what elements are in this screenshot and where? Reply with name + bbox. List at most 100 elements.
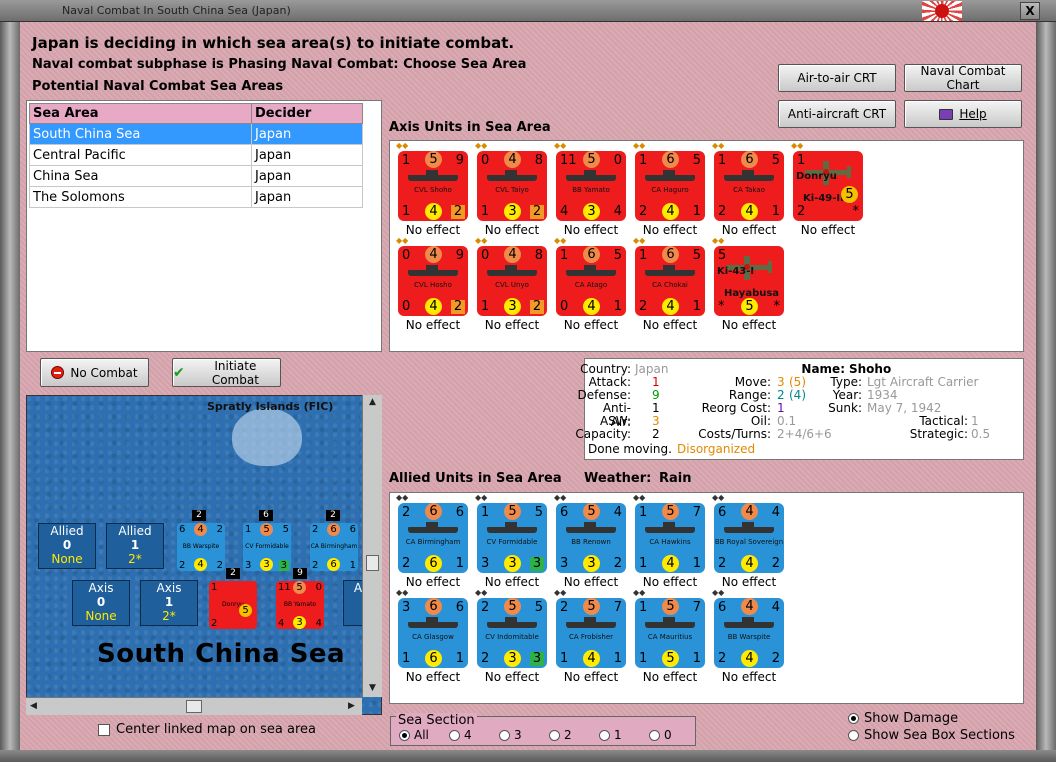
oil-label: Oil: [750, 414, 771, 428]
unit-stat-br: 1 [613, 651, 622, 666]
scroll-up-icon[interactable]: ▲ [369, 397, 376, 407]
map-unit-bb-warspite[interactable]: 642 BB Warspite 242 [177, 523, 225, 571]
unit-range: 2 [451, 205, 465, 219]
unit-counter[interactable]: Ki-43-I Hayabusa 5 * * 5 [714, 246, 784, 316]
unit-aa: 2 [797, 204, 806, 219]
radio-dot[interactable] [649, 729, 660, 741]
table-row[interactable]: The Solomons Japan [29, 186, 363, 208]
move-label: Move: [734, 375, 771, 389]
radio-all[interactable]: All [399, 728, 429, 742]
subphase-text: Naval combat subphase is Phasing Naval C… [32, 57, 527, 72]
sea-area-map[interactable]: Spratly Islands (FIC) Allied 0 None Allied… [26, 395, 382, 715]
map-unit-bb-yamato[interactable]: 11 5 0 BB Yamato 434 [276, 581, 324, 629]
unit-info-panel: Country: Japan Attack: 1 Defense: 9 Anti-Ai… [575, 358, 1024, 460]
axis-box-status: 2* [162, 609, 176, 623]
radio-dot[interactable] [549, 729, 560, 741]
no-combat-button[interactable]: No Combat [40, 358, 149, 387]
naval-combat-chart-button[interactable]: Naval Combat Chart [904, 64, 1022, 92]
unit-asw: 3 [504, 555, 521, 572]
close-button[interactable]: X [1020, 2, 1040, 20]
show-sea-box-option[interactable]: Show Sea Box Sections [848, 728, 1015, 743]
unit-counter[interactable]: 1 7 1 1 5 4 CA Hawkins [635, 503, 705, 573]
title-bar[interactable]: Naval Combat In South China Sea (Japan) … [0, 0, 1056, 22]
unit-defense: 6 [327, 523, 340, 536]
unit-stat-tl: 6 [718, 600, 727, 615]
scroll-thumb[interactable] [366, 555, 379, 571]
map-vertical-scrollbar[interactable]: ▲ ▼ [362, 395, 382, 697]
unit-counter[interactable]: 6 4 2 2 4 4 BB Royal Sovereign [714, 503, 784, 573]
radio-dot[interactable] [848, 730, 859, 741]
unit-defense: 5 [504, 503, 521, 520]
help-button[interactable]: Help [904, 100, 1022, 128]
radio-dot[interactable] [599, 729, 610, 741]
damage-effect: No effect [484, 318, 540, 332]
unit-status-icon: ◆◆ [633, 141, 646, 150]
unit-counter[interactable]: 11 0 4 4 5 3 BB Yamato [556, 151, 626, 221]
air-to-air-crt-button[interactable]: Air-to-air CRT [778, 64, 896, 92]
table-row[interactable]: China Sea Japan [29, 165, 363, 187]
radio-0[interactable]: 0 [649, 728, 672, 742]
scroll-down-icon[interactable]: ▼ [369, 683, 376, 693]
map-unit-donryu[interactable]: 1 Donryu 25 [209, 581, 257, 629]
scroll-right-icon[interactable]: ▶ [348, 701, 355, 711]
unit-asw: 3 [583, 555, 600, 572]
col-sea-area[interactable]: Sea Area [29, 103, 252, 124]
show-damage-radio[interactable] [848, 713, 859, 724]
unit-counter[interactable]: 0 9 0 4 4 CVL Hosho 2 [398, 246, 468, 316]
unit-counter[interactable]: 2 7 1 1 5 4 CA Frobisher [556, 598, 626, 668]
scroll-left-icon[interactable]: ◀ [30, 701, 37, 711]
scroll-thumb[interactable] [186, 700, 202, 713]
show-damage-option[interactable]: Show Damage [848, 711, 958, 726]
unit-counter[interactable]: 1 5 3 5 3 CV Formidable 3 [477, 503, 547, 573]
unit-counter[interactable]: 2 6 2 1 6 6 CA Birmingham [398, 503, 468, 573]
initiate-combat-button[interactable]: ✔ Initiate Combat [172, 358, 281, 387]
table-row[interactable]: Central Pacific Japan [29, 144, 363, 166]
ship-silhouette-icon [566, 522, 616, 533]
unit-counter[interactable]: 2 5 2 5 3 CV Indomitable 3 [477, 598, 547, 668]
map-unit-ca-birmingham[interactable]: 266 CA Birmingham 261 [310, 523, 358, 571]
radio-dot[interactable] [499, 729, 510, 741]
show-sea-box-radio[interactable] [848, 730, 859, 741]
unit-counter[interactable]: 0 8 1 4 3 CVL Unyo 2 [477, 246, 547, 316]
unit-aa: 2 [211, 618, 218, 629]
sea-area-table: Sea Area Decider South China Sea Japan Ce… [26, 100, 382, 352]
unit-counter[interactable]: 6 4 2 2 4 4 BB Warspite [714, 598, 784, 668]
unit-status-icon: ◆◆ [475, 588, 488, 597]
col-decider[interactable]: Decider [251, 103, 363, 124]
unit-move: 5 [282, 524, 289, 535]
unit-counter[interactable]: 0 8 1 4 3 CVL Taiyo 2 [477, 151, 547, 221]
map-unit-cv-formidable[interactable]: 155 CV Formidable 333 [243, 523, 291, 571]
axis-box-1[interactable]: Axis 1 2* [140, 580, 198, 626]
unit-counter[interactable]: 1 5 0 1 6 4 CA Atago [556, 246, 626, 316]
unit-asw: 6 [327, 558, 340, 571]
anti-aircraft-crt-button[interactable]: Anti-aircraft CRT [778, 100, 896, 128]
place-label: Spratly Islands (FIC) [207, 400, 334, 413]
radio-3[interactable]: 3 [499, 728, 522, 742]
allied-box-0[interactable]: Allied 0 None [38, 523, 96, 569]
radio-1[interactable]: 1 [599, 728, 622, 742]
unit-aa: * [718, 299, 725, 314]
allied-box-1[interactable]: Allied 1 2* [106, 523, 164, 569]
unit-defense: 5 [260, 523, 273, 536]
checkbox-box[interactable] [98, 723, 110, 736]
radio-dot[interactable] [848, 713, 859, 724]
unit-counter[interactable]: 1 5 2 1 6 4 CA Haguro [635, 151, 705, 221]
radio-dot[interactable] [399, 729, 410, 741]
unit-counter[interactable]: 1 7 1 1 5 5 CA Mauritius [635, 598, 705, 668]
unit-counter[interactable]: 6 4 3 2 5 3 BB Renown [556, 503, 626, 573]
radio-2[interactable]: 2 [549, 728, 572, 742]
unit-counter[interactable]: 1 5 2 1 6 4 CA Chokai [635, 246, 705, 316]
radio-4[interactable]: 4 [449, 728, 472, 742]
map-horizontal-scrollbar[interactable]: ◀ ▶ [26, 697, 362, 715]
unit-counter[interactable]: 1 5 2 1 6 4 CA Takao [714, 151, 784, 221]
table-row[interactable]: South China Sea Japan [29, 123, 363, 145]
center-linked-checkbox[interactable]: Center linked map on sea area [98, 722, 316, 737]
unit-counter[interactable]: 1 9 1 5 4 CVL Shoho 2 [398, 151, 468, 221]
radio-dot[interactable] [449, 729, 460, 741]
reorg-cost-label: Reorg Cost: [701, 401, 771, 415]
damage-effect: No effect [721, 670, 777, 684]
axis-box-0[interactable]: Axis 0 None [72, 580, 130, 626]
ship-silhouette-icon [487, 617, 537, 628]
unit-counter[interactable]: Donryu Ki-49-II 1 2 * 5 [793, 151, 863, 221]
unit-counter[interactable]: 3 6 1 1 6 6 CA Glasgow [398, 598, 468, 668]
